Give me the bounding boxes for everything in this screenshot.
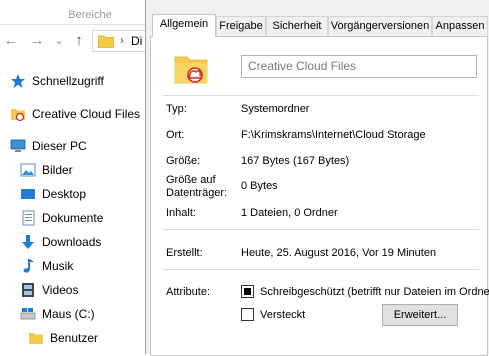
up-arrow-icon[interactable]: ↑: [70, 30, 88, 52]
nav-item-bilder[interactable]: Bilder: [20, 158, 73, 182]
folder-icon: [98, 35, 114, 48]
creative-cloud-folder-icon: [10, 106, 26, 122]
tab-sicherheit[interactable]: Sicherheit: [266, 16, 328, 36]
desktop-icon: [20, 186, 36, 202]
size-on-disk-value: 0 Bytes: [241, 180, 278, 192]
tab-allgemein[interactable]: Allgemein: [152, 14, 216, 37]
videos-icon: [20, 282, 36, 298]
location-label: Ort:: [166, 129, 185, 141]
nav-item-label: Musik: [42, 259, 74, 273]
folder-icon: [28, 330, 44, 346]
breadcrumb-separator-icon[interactable]: ›: [120, 33, 124, 47]
address-text: Di: [131, 34, 143, 48]
nav-item-label: Desktop: [42, 187, 87, 201]
download-icon: [20, 234, 36, 250]
hidden-checkbox[interactable]: [241, 308, 254, 321]
created-label: Erstellt:: [166, 247, 203, 259]
nav-item-desktop[interactable]: Desktop: [20, 182, 86, 206]
nav-item-label: Videos: [42, 283, 79, 297]
pictures-icon: [20, 162, 36, 178]
general-tab-panel: Creative Cloud Files Typ: Systemordner O…: [150, 36, 489, 356]
forward-arrow-icon[interactable]: →: [28, 30, 46, 52]
drive-icon: [20, 306, 36, 322]
size-value: 167 Bytes (167 Bytes): [241, 155, 350, 167]
nav-item-benutzer[interactable]: Benutzer: [28, 326, 98, 350]
nav-item-creative-cloud-files[interactable]: Creative Cloud Files: [10, 102, 140, 126]
readonly-checkbox-row[interactable]: Schreibgeschützt (betrifft nur Dateien i…: [241, 285, 489, 298]
contents-value: 1 Dateien, 0 Ordner: [241, 207, 338, 219]
nav-item-musik[interactable]: Musik: [20, 254, 73, 278]
nav-item-dokumente[interactable]: Dokumente: [20, 206, 103, 230]
nav-item-downloads[interactable]: Downloads: [20, 230, 101, 254]
hidden-checkbox-row[interactable]: Versteckt: [241, 308, 305, 321]
tab-anpassen[interactable]: Anpassen: [432, 16, 488, 36]
nav-item-label: Maus (C:): [42, 307, 95, 321]
music-icon: [20, 258, 36, 274]
type-label: Typ:: [166, 103, 187, 115]
location-value: F:\Krimskrams\Internet\Cloud Storage: [241, 129, 426, 141]
separator: [163, 95, 479, 96]
advanced-button[interactable]: Erweitert...: [382, 304, 458, 326]
hidden-label: Versteckt: [260, 308, 306, 321]
folder-name-field[interactable]: Creative Cloud Files: [241, 55, 477, 78]
tab-strip: Allgemein Freigabe Sicherheit Vorgängerv…: [150, 14, 489, 37]
nav-item-label: Dokumente: [42, 211, 104, 225]
readonly-checkbox[interactable]: [241, 285, 254, 298]
tab-vorgaengerversionen[interactable]: Vorgängerversionen: [328, 16, 432, 36]
size-label: Größe:: [166, 155, 201, 167]
separator: [163, 229, 479, 230]
creative-cloud-folder-icon: [174, 56, 208, 84]
size-on-disk-label-line1: Größe auf: [166, 174, 216, 186]
nav-item-label: Benutzer: [50, 331, 99, 345]
pc-icon: [10, 138, 26, 154]
tab-freigabe[interactable]: Freigabe: [216, 16, 266, 36]
back-arrow-icon[interactable]: ←: [2, 30, 20, 52]
star-icon: [10, 73, 26, 89]
documents-icon: [20, 210, 36, 226]
attributes-label: Attribute:: [166, 286, 211, 298]
ribbon-tab-bereiche[interactable]: Bereiche: [40, 6, 140, 24]
size-on-disk-label-line2: Datenträger:: [166, 187, 228, 199]
nav-item-label: Dieser PC: [32, 139, 87, 153]
type-value: Systemordner: [241, 103, 310, 115]
properties-dialog: Allgemein Freigabe Sicherheit Vorgängerv…: [145, 0, 489, 356]
contents-label: Inhalt:: [166, 207, 196, 219]
nav-item-videos[interactable]: Videos: [20, 278, 78, 302]
nav-item-maus-c[interactable]: Maus (C:): [20, 302, 95, 326]
readonly-label: Schreibgeschützt (betrifft nur Dateien i…: [260, 285, 489, 298]
created-value: Heute, 25. August 2016, Vor 19 Minuten: [241, 247, 437, 259]
nav-item-label: Schnellzugriff: [32, 74, 104, 88]
nav-item-label: Downloads: [42, 235, 102, 249]
recent-locations-chevron-icon[interactable]: ⌄: [50, 30, 68, 52]
nav-item-label: Creative Cloud Files: [32, 107, 141, 121]
nav-item-label: Bilder: [42, 163, 73, 177]
separator: [163, 269, 479, 270]
nav-item-dieser-pc[interactable]: Dieser PC: [10, 134, 87, 158]
nav-item-schnellzugriff[interactable]: Schnellzugriff: [10, 69, 104, 93]
